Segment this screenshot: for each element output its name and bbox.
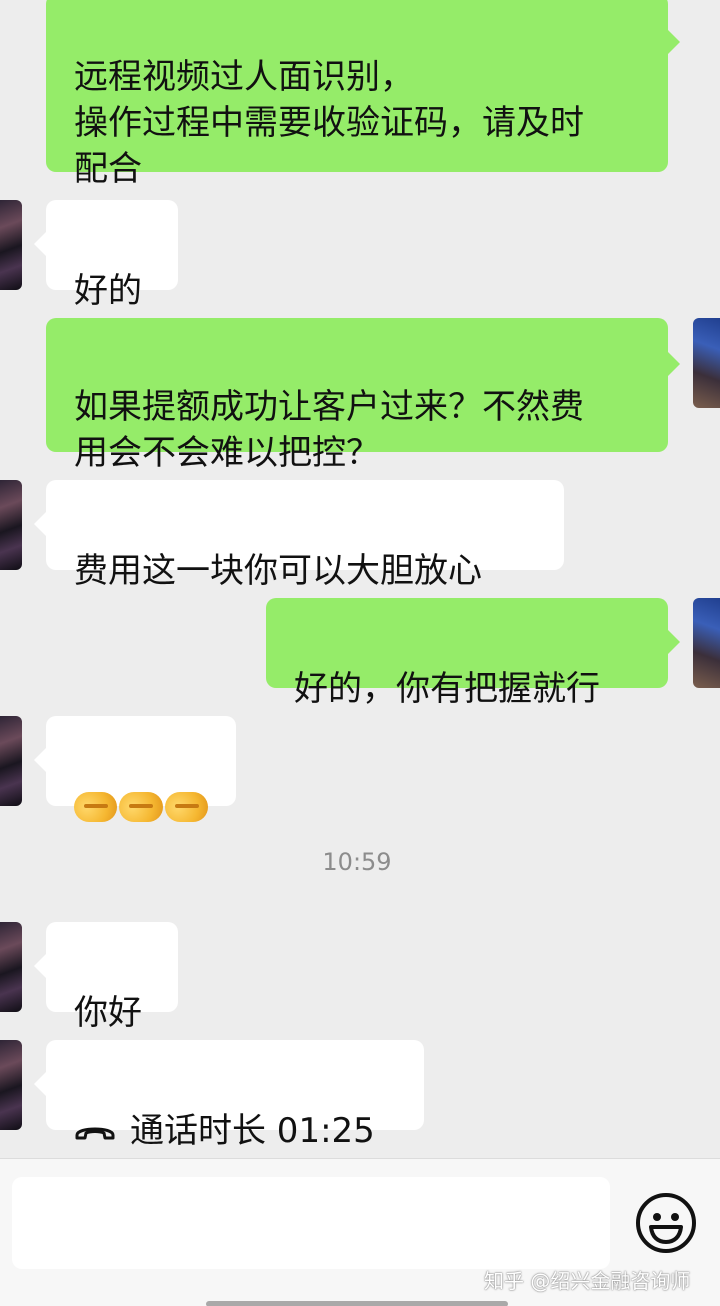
contact-avatar[interactable] bbox=[0, 716, 22, 806]
bubble-tail bbox=[668, 630, 680, 654]
composer-bar: 知乎 @绍兴金融咨询师 bbox=[0, 1158, 720, 1306]
handshake-emoji bbox=[164, 792, 208, 822]
phone-hangup-icon bbox=[75, 1127, 115, 1140]
bubble-tail bbox=[34, 1072, 46, 1096]
bubble-tail bbox=[668, 30, 680, 54]
incoming-message[interactable] bbox=[46, 716, 236, 822]
incoming-message[interactable]: 你好 bbox=[46, 922, 178, 1033]
contact-avatar[interactable] bbox=[0, 200, 22, 290]
message-text: 费用这一块你可以大胆放心 bbox=[74, 551, 482, 591]
smiley-icon[interactable] bbox=[634, 1191, 698, 1255]
chat-area: 远程视频过人面识别， 操作过程中需要收验证码，请及时 配合 好的 如果提额成功让… bbox=[0, 0, 720, 1158]
bubble-tail bbox=[34, 954, 46, 978]
message-timestamp: 10:59 bbox=[322, 848, 392, 876]
bubble-tail bbox=[668, 352, 680, 376]
message-text: 如果提额成功让客户过来？不然费 用会不会难以把控？ bbox=[74, 387, 584, 473]
emoji-row bbox=[74, 784, 208, 830]
my-avatar[interactable] bbox=[693, 598, 720, 688]
message-text: 你好 bbox=[74, 993, 142, 1033]
message-text: 好的，你有把握就行 bbox=[294, 669, 600, 709]
watermark-text: 知乎 @绍兴金融咨询师 bbox=[484, 1269, 691, 1293]
call-duration-label: 通话时长 01:25 bbox=[130, 1111, 375, 1151]
contact-avatar[interactable] bbox=[0, 1040, 22, 1130]
my-avatar[interactable] bbox=[693, 318, 720, 408]
incoming-message[interactable]: 费用这一块你可以大胆放心 bbox=[46, 480, 564, 591]
contact-avatar[interactable] bbox=[0, 480, 22, 570]
contact-avatar[interactable] bbox=[0, 922, 22, 1012]
outgoing-message[interactable]: 好的，你有把握就行 bbox=[266, 598, 668, 709]
handshake-emoji bbox=[119, 792, 163, 822]
bubble-tail bbox=[34, 512, 46, 536]
message-text: 远程视频过人面识别， 操作过程中需要收验证码，请及时 配合 bbox=[74, 57, 584, 189]
message-text: 好的 bbox=[74, 271, 142, 311]
handshake-emoji bbox=[74, 792, 118, 822]
home-indicator[interactable] bbox=[206, 1301, 508, 1306]
outgoing-message[interactable]: 远程视频过人面识别， 操作过程中需要收验证码，请及时 配合 bbox=[46, 0, 668, 189]
message-input[interactable] bbox=[12, 1177, 610, 1269]
bubble-tail bbox=[34, 232, 46, 256]
incoming-message[interactable]: 好的 bbox=[46, 200, 178, 311]
outgoing-message[interactable]: 如果提额成功让客户过来？不然费 用会不会难以把控？ bbox=[46, 318, 668, 473]
call-record-message[interactable]: 通话时长 01:25 bbox=[46, 1040, 424, 1151]
bubble-tail bbox=[34, 748, 46, 772]
